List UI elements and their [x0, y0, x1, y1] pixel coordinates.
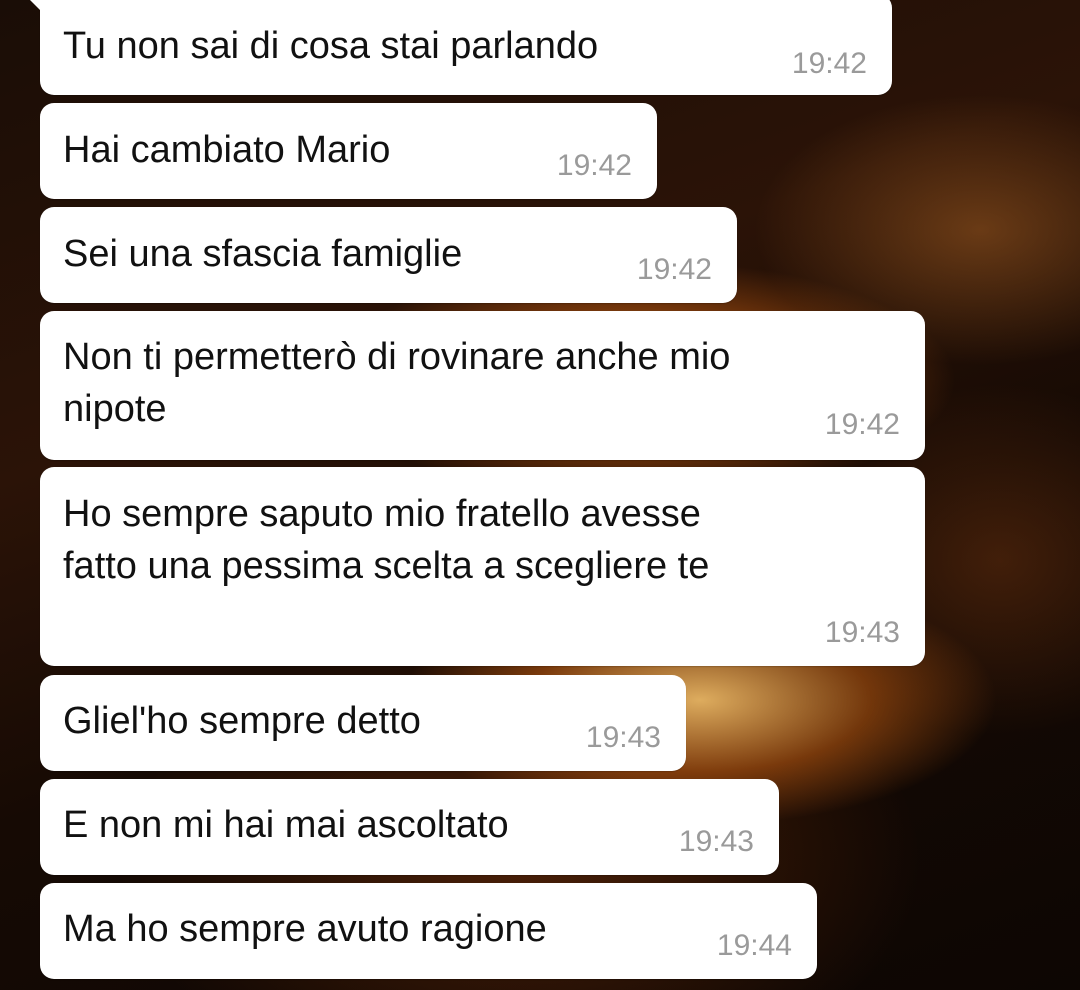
message-text-line: nipote	[63, 388, 167, 430]
message-text: Sei una sfascia famiglie	[63, 233, 463, 275]
message-text: Ma ho sempre avuto ragione	[63, 908, 547, 950]
message-timestamp: 19:43	[824, 616, 900, 649]
message-bubble[interactable]: Hai cambiato Mario 19:42	[40, 103, 657, 199]
bubble-tail	[24, 0, 42, 12]
message-bubble[interactable]: Ho sempre saputo mio fratello avesse fat…	[40, 467, 925, 666]
message-text: Tu non sai di cosa stai parlando	[63, 25, 599, 67]
message-timestamp: 19:44	[716, 929, 792, 962]
message-text: E non mi hai mai ascoltato	[63, 804, 509, 846]
message-timestamp: 19:42	[636, 253, 712, 286]
message-bubble[interactable]: E non mi hai mai ascoltato 19:43	[40, 779, 779, 875]
chat-message-list[interactable]: Tu non sai di cosa stai parlando 19:42 H…	[0, 0, 1080, 990]
message-bubble[interactable]: Tu non sai di cosa stai parlando 19:42	[24, 0, 892, 95]
message-timestamp: 19:43	[678, 825, 754, 858]
message-timestamp: 19:42	[824, 408, 900, 441]
message-text-line: Non ti permetterò di rovinare anche mio	[63, 336, 731, 378]
message-bubble[interactable]: Ma ho sempre avuto ragione 19:44	[40, 883, 817, 979]
message-text-line: fatto una pessima scelta a scegliere te	[63, 545, 710, 587]
message-timestamp: 19:42	[791, 47, 867, 80]
message-text-line: Ho sempre saputo mio fratello avesse	[63, 493, 701, 535]
message-text: Hai cambiato Mario	[63, 129, 391, 171]
message-bubble[interactable]: Gliel'ho sempre detto 19:43	[40, 675, 686, 771]
message-timestamp: 19:43	[585, 721, 661, 754]
message-text: Gliel'ho sempre detto	[63, 700, 421, 742]
message-bubble[interactable]: Sei una sfascia famiglie 19:42	[40, 207, 737, 303]
message-timestamp: 19:42	[556, 149, 632, 182]
message-bubble[interactable]: Non ti permetterò di rovinare anche mio …	[40, 311, 925, 460]
